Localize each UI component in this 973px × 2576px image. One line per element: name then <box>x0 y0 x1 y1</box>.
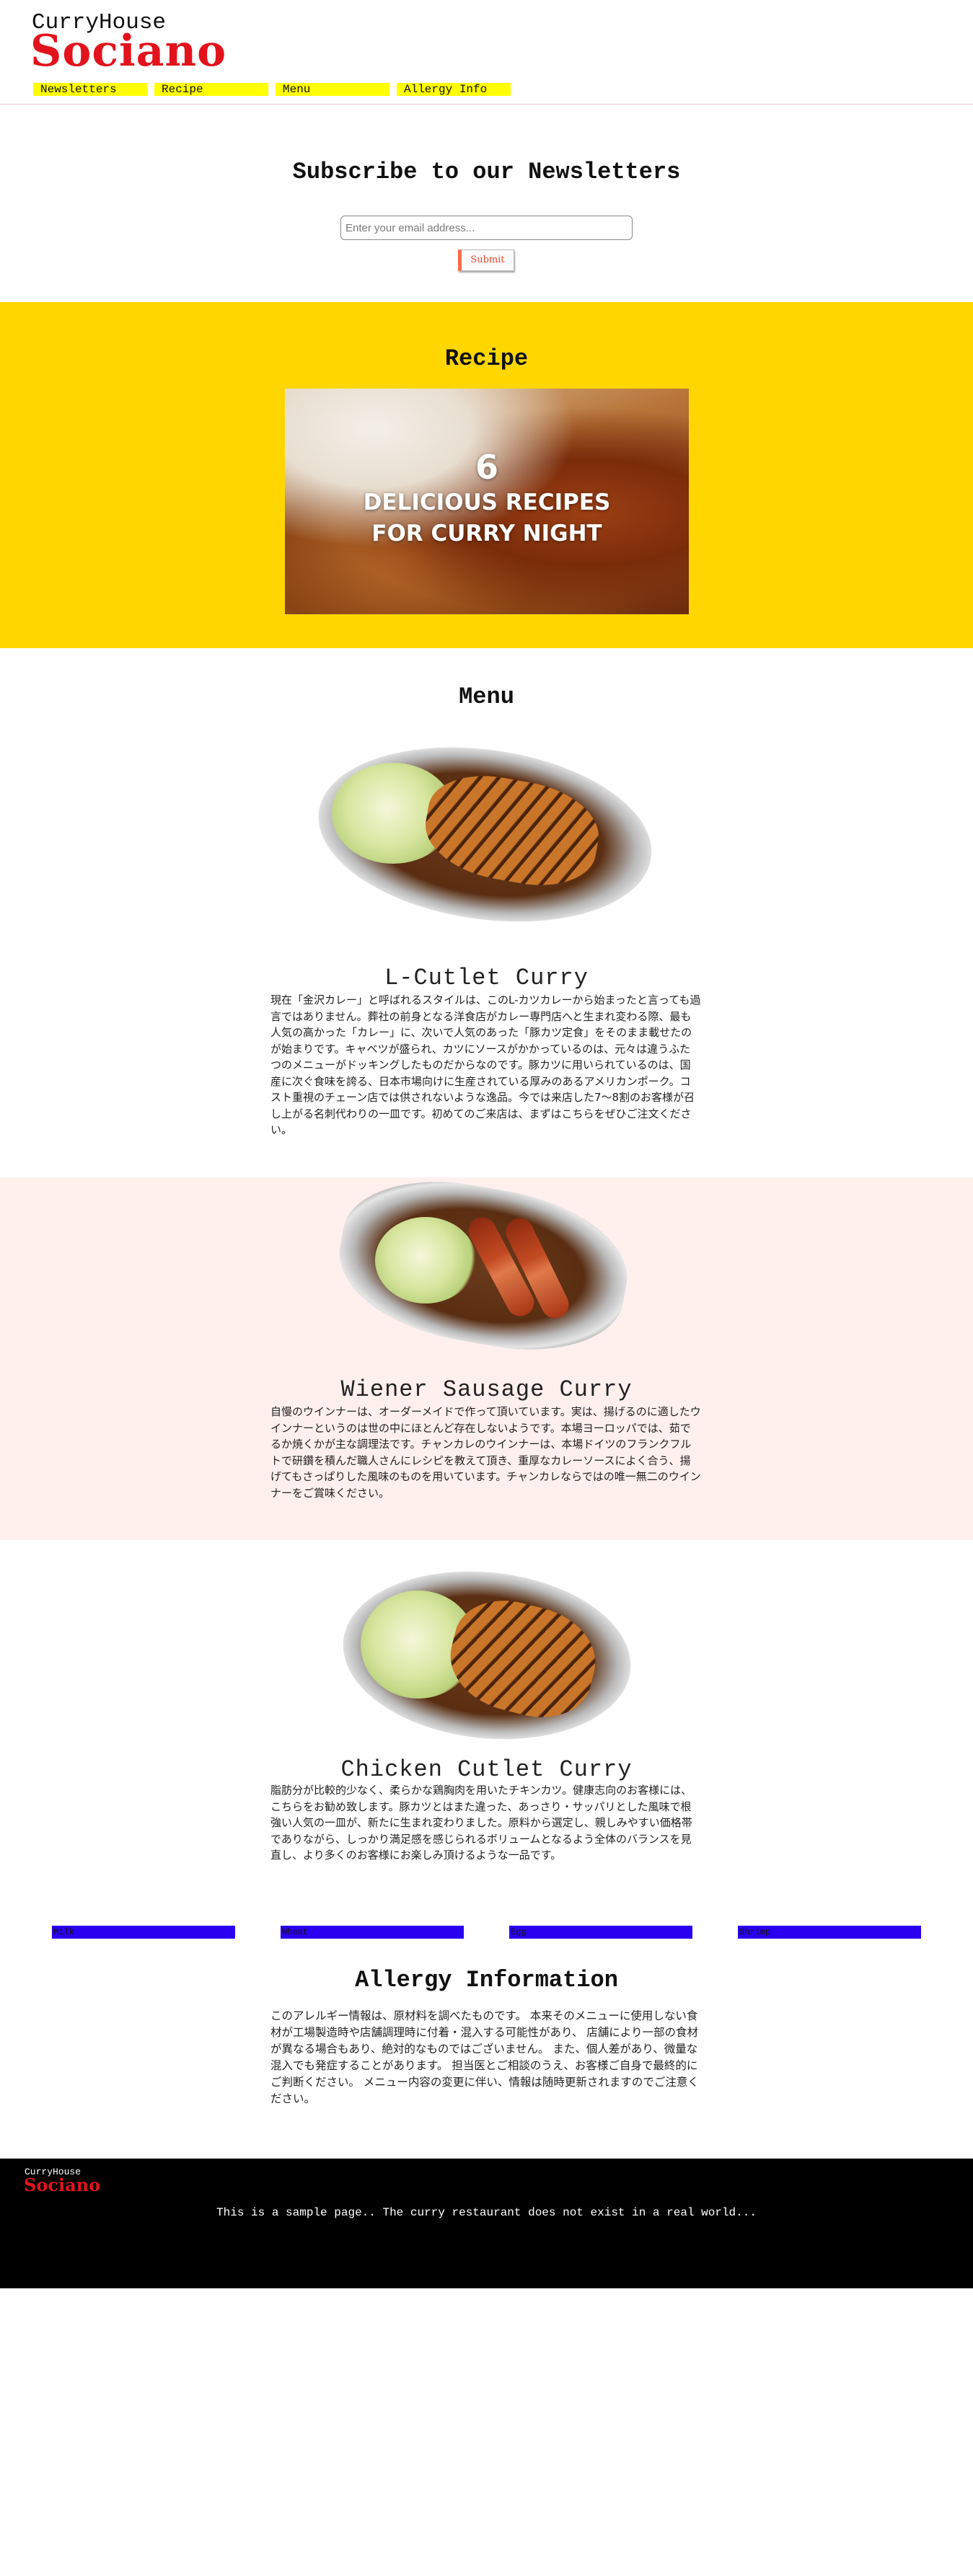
allergy-tab-wheat[interactable]: Wheat <box>281 1926 464 1939</box>
site-header: CurryHouse Sociano Newsletters Recipe Me… <box>0 0 973 105</box>
menu-item: Chicken Cutlet Curry 脂肪分が比較的少なく、柔らかな鶏胸肉を… <box>0 1540 973 1900</box>
allergy-tab-milk[interactable]: Milk <box>52 1926 235 1939</box>
nav-link-menu[interactable]: Menu <box>276 83 389 96</box>
dish-description: 脂肪分が比較的少なく、柔らかな鶏胸肉を用いたチキンカツ。健康志向のお客様には、こ… <box>270 1784 692 1862</box>
brand-logo[interactable]: Sociano <box>30 26 226 76</box>
submit-button[interactable]: Submit <box>458 249 514 271</box>
dish-name: L-Cutlet Curry <box>384 965 589 991</box>
recipe-banner-line-2: FOR CURRY NIGHT <box>371 521 602 546</box>
dish-description: 自慢のウインナーは、オーダーメイドで作って頂いています。実は、揚げるのに適したウ… <box>270 1405 701 1500</box>
chicken-cutlet-curry-image <box>335 1557 639 1753</box>
footer-disclaimer: This is a sample page.. The curry restau… <box>216 2206 757 2219</box>
allergy-tab-egg[interactable]: Egg <box>509 1926 692 1939</box>
newsletter-section: Subscribe to our Newsletters Submit <box>0 105 973 302</box>
newsletter-title: Subscribe to our Newsletters <box>292 159 681 185</box>
recipe-title: Recipe <box>444 345 529 372</box>
dish-name: Wiener Sausage Curry <box>340 1376 633 1403</box>
allergy-title: Allergy Information <box>355 1967 618 1993</box>
dish-name: Chicken Cutlet Curry <box>340 1756 633 1783</box>
menu-title: Menu <box>459 683 514 710</box>
nav-link-allergy-info[interactable]: Allergy Info <box>397 83 511 96</box>
email-input[interactable] <box>340 216 633 240</box>
footer-brand-logo[interactable]: Sociano <box>24 2174 100 2195</box>
recipe-section: Recipe 6 DELICIOUS RECIPES FOR CURRY NIG… <box>0 302 973 648</box>
recipe-banner-image[interactable]: 6 DELICIOUS RECIPES FOR CURRY NIGHT <box>285 389 689 614</box>
main-nav: Newsletters Recipe Menu Allergy Info <box>33 83 511 96</box>
nav-link-newsletters[interactable]: Newsletters <box>33 83 147 96</box>
menu-item: L-Cutlet Curry 現在「金沢カレー」と呼ばれるスタイルは、このL-カ… <box>0 727 973 1177</box>
site-footer: CurryHouse Sociano This is a sample page… <box>0 2159 973 2288</box>
allergy-tab-shrimp[interactable]: Shrimp <box>738 1926 921 1939</box>
dish-description: 現在「金沢カレー」と呼ばれるスタイルは、このL-カツカレーから始まったと言っても… <box>270 993 701 1136</box>
nav-link-recipe[interactable]: Recipe <box>154 83 268 96</box>
wiener-sausage-curry-image <box>327 1164 639 1368</box>
recipe-banner-line-1: DELICIOUS RECIPES <box>363 490 611 515</box>
allergy-text: このアレルギー情報は、原材料を調べたものです。 本来そのメニューに使用しない食材… <box>270 2009 699 2105</box>
l-cutlet-curry-image <box>307 727 664 942</box>
menu-item: Wiener Sausage Curry 自慢のウインナーは、オーダーメイドで作… <box>0 1164 973 1540</box>
recipe-banner-number: 6 <box>475 448 498 487</box>
